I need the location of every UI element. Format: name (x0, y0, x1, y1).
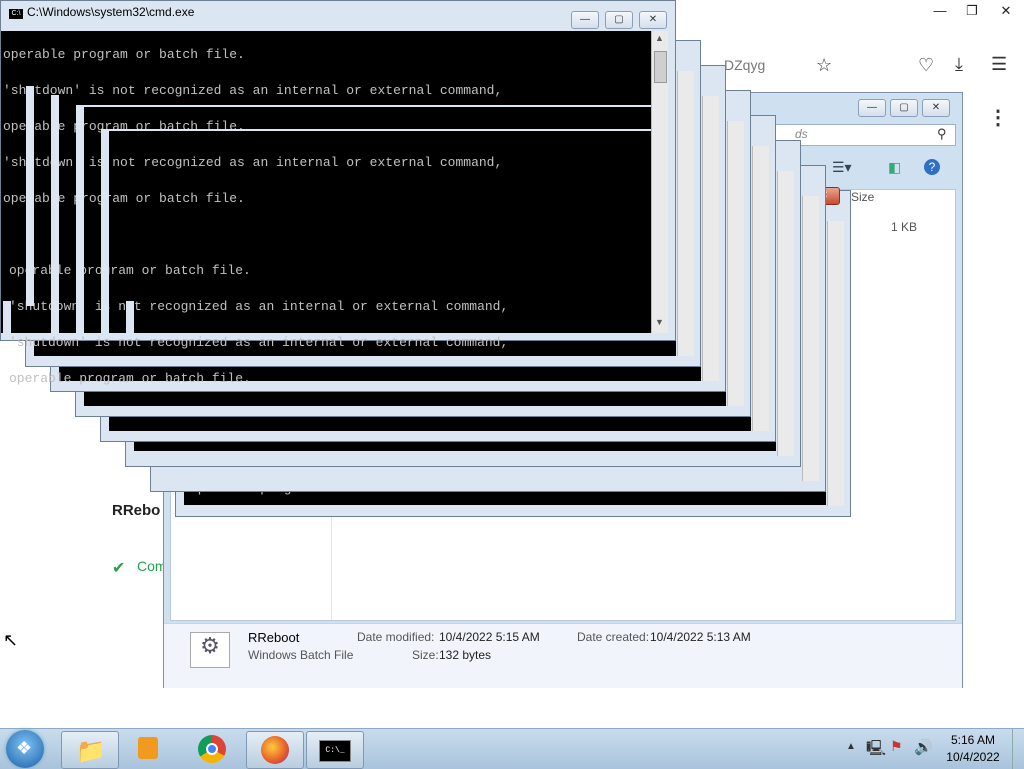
action-center-flag-icon[interactable]: ⚑ (890, 738, 903, 755)
detail-date-created-value: 10/4/2022 5:13 AM (650, 630, 751, 644)
ghost-frame (76, 105, 651, 107)
media-player-icon (138, 737, 158, 759)
preview-pane-icon[interactable]: ◧ (888, 159, 901, 176)
detail-file-type: Windows Batch File (248, 648, 354, 662)
ghost-frame (101, 129, 651, 131)
cmd-scrollbar[interactable] (827, 221, 844, 506)
cmd-line: operable program or batch file. (3, 47, 245, 62)
ghost-frame (26, 86, 34, 306)
browser-close-button[interactable]: ✕ (992, 2, 1020, 20)
start-logo: ❖ (16, 738, 33, 758)
explorer-search-input[interactable]: ds ⚲ (774, 124, 956, 146)
cmd-line: 'shutdown' is not recognized as an inter… (9, 335, 509, 350)
cmd-line: 'shutdown' is not recognized as an inter… (3, 83, 503, 98)
chrome-center (206, 743, 218, 755)
cmd-close-button[interactable]: ✕ (639, 11, 667, 29)
firefox-icon (261, 736, 289, 764)
column-header-size[interactable]: Size (851, 190, 874, 204)
ghost-frame (126, 301, 134, 335)
detail-size-label: Size: (412, 648, 439, 662)
detail-file-name: RReboot (248, 630, 300, 645)
windows-orb-icon[interactable]: ❖ (6, 730, 44, 768)
clock[interactable]: 5:16 AM 10/4/2022 (940, 733, 1006, 767)
detail-date-created-label: Date created: (577, 630, 650, 644)
show-hidden-icons-icon[interactable]: ▲ (846, 741, 856, 752)
detail-size-value: 132 bytes (439, 648, 492, 662)
help-icon[interactable]: ? (924, 159, 940, 175)
ghost-frame (101, 129, 109, 335)
view-options-icon[interactable]: ☰▾ (832, 159, 852, 176)
cmd-maximize-button[interactable]: ▢ (605, 11, 633, 29)
cmd-scrollbar[interactable] (777, 171, 794, 456)
search-icon[interactable]: ⚲ (937, 126, 947, 142)
ghost-frame (76, 105, 84, 335)
clock-time: 5:16 AM (950, 733, 996, 747)
cmd-scrollbar[interactable] (752, 146, 769, 431)
cmd-scrollbar[interactable] (702, 96, 719, 381)
browser-url-fragment[interactable]: DZqyg (724, 57, 765, 73)
volume-icon[interactable]: 🔊 (914, 738, 933, 756)
cmd-scrollbar[interactable] (677, 71, 694, 356)
explorer-close-button[interactable]: ✕ (922, 99, 950, 117)
kebab-menu-icon[interactable]: ⋮ (988, 105, 1008, 130)
cmd-scrollbar[interactable]: ▲ ▼ (651, 31, 668, 333)
taskbar-firefox-button[interactable] (246, 731, 304, 769)
taskbar-media-button[interactable] (122, 731, 178, 767)
show-desktop-button[interactable] (1012, 729, 1024, 769)
browser-restore-button[interactable]: ❐ (958, 2, 986, 20)
cmd-window-front[interactable]: C:\ C:\Windows\system32\cmd.exe — ▢ ✕ op… (0, 0, 676, 385)
cmd-console: operable program or batch file. 'shutdow… (1, 31, 651, 385)
details-pane: ⚙ RReboot Windows Batch File Date modifi… (164, 623, 962, 688)
clock-date: 10/4/2022 (946, 750, 1000, 764)
ghost-frame (3, 301, 11, 335)
menu-icon[interactable]: ☰ (991, 54, 1007, 75)
pocket-icon[interactable]: ♡ (918, 55, 934, 76)
taskbar: ❖ 📁 C:\_ ▲ 🖳 ⚑ 🔊 5:16 AM 10/4/2022 (0, 728, 1024, 769)
bookmark-star-icon[interactable]: ☆ (816, 55, 832, 76)
folder-icon: 📁 (76, 738, 106, 765)
network-icon[interactable]: 🖳 (866, 738, 886, 763)
browser-minimize-button[interactable]: — (926, 2, 954, 20)
taskbar-explorer-button[interactable]: 📁 (61, 731, 119, 769)
cmd-scrollbar[interactable] (802, 196, 819, 481)
search-placeholder: ds (795, 127, 808, 141)
explorer-minimize-button[interactable]: — (858, 99, 886, 117)
ghost-frame (51, 95, 59, 335)
download-icon[interactable]: ⤓ (955, 54, 963, 75)
scroll-down-icon[interactable]: ▼ (655, 317, 664, 327)
cmd-scrollbar[interactable] (727, 121, 744, 406)
scroll-thumb[interactable] (654, 51, 667, 83)
cmd-window-title: C:\Windows\system32\cmd.exe (27, 5, 195, 19)
taskbar-chrome-button[interactable] (184, 731, 240, 767)
taskbar-cmd-button[interactable]: C:\_ (306, 731, 364, 769)
batch-file-gear-icon: ⚙ (190, 632, 230, 668)
mouse-cursor-icon: ↖ (3, 630, 19, 650)
file-size-cell: 1 KB (891, 220, 918, 234)
chrome-icon (198, 735, 226, 763)
cmd-minimize-button[interactable]: — (571, 11, 599, 29)
cmd-icon: C:\_ (319, 740, 351, 762)
scroll-up-icon[interactable]: ▲ (655, 33, 664, 43)
explorer-maximize-button[interactable]: ▢ (890, 99, 918, 117)
cmd-line: operable program or batch file. (9, 371, 251, 386)
cmd-icon: C:\ (9, 9, 23, 19)
detail-date-modified-value: 10/4/2022 5:15 AM (439, 630, 540, 644)
detail-date-modified-label: Date modified: (357, 630, 435, 644)
